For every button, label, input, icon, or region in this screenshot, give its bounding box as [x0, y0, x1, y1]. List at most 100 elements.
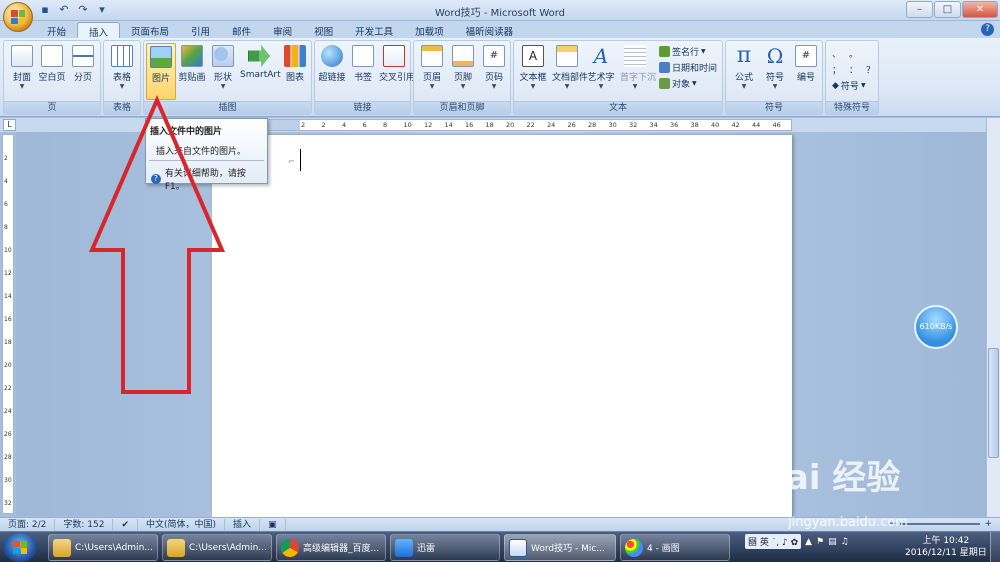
taskbar-item-paint[interactable]: 4 - 画图 — [620, 534, 730, 561]
group-label-header-footer: 页眉和页脚 — [414, 101, 510, 114]
vertical-ruler[interactable]: 2 4 6 8 10 12 14 16 18 20 22 24 26 28 30 32 — [2, 134, 14, 514]
tab-review[interactable]: 审阅 — [262, 22, 303, 38]
chevron-down-icon: ▼ — [860, 82, 866, 89]
volume-icon[interactable]: ♫ — [841, 537, 849, 547]
start-button[interactable] — [3, 533, 37, 562]
drop-cap-icon — [624, 45, 646, 67]
blank-page-button[interactable]: 空白页 — [37, 43, 67, 100]
ruler-tick-label: 16 — [465, 121, 474, 129]
group-label-symbols: 符号 — [726, 101, 822, 114]
zoom-in-icon[interactable]: + — [984, 519, 992, 529]
status-insert-mode[interactable]: 插入 — [225, 518, 261, 531]
table-icon — [111, 45, 133, 67]
chevron-down-icon: ▼ — [564, 83, 570, 90]
tab-home[interactable]: 开始 — [36, 22, 77, 38]
scrollbar-thumb[interactable] — [988, 348, 999, 458]
taskbar-item-xunlei[interactable]: 迅雷 — [390, 534, 500, 561]
horizontal-ruler[interactable]: 2 2 4 6 8 10 12 14 16 18 20 22 24 26 28 30 32 34 36 38 40 42 4… — [212, 119, 792, 131]
wordart-button[interactable]: A 艺术字 ▼ — [586, 43, 616, 100]
status-language[interactable]: 中文(简体，中国) — [138, 518, 226, 531]
office-button[interactable] — [3, 2, 33, 32]
taskbar-item-chrome[interactable]: 高级编辑器_百度... — [276, 534, 386, 561]
group-text: A 文本框 ▼ 文档部件 ▼ A 艺术字 ▼ 首字下沉 ▼ 签名行 ▼ 日期和时… — [513, 40, 723, 115]
shapes-button[interactable]: 形状 ▼ — [208, 43, 238, 100]
chrome-icon — [281, 538, 299, 557]
drop-cap-button[interactable]: 首字下沉 ▼ — [620, 43, 656, 100]
taskbar: C:\Users\Admin... C:\Users\Admin... 高级编辑… — [0, 531, 1000, 562]
special-char-period[interactable]: 。 — [849, 47, 858, 60]
smartart-button[interactable]: SmartArt — [240, 43, 281, 100]
clock[interactable]: 上午 10:42 2016/12/11 星期日 — [905, 535, 987, 559]
ruler-tick-label: 26 — [567, 121, 576, 129]
tab-foxit[interactable]: 福昕阅读器 — [455, 22, 525, 38]
status-word-count[interactable]: 字数: 152 — [55, 518, 114, 531]
hyperlink-button[interactable]: 超链接 — [317, 43, 347, 100]
status-page[interactable]: 页面: 2/2 — [0, 518, 56, 531]
picture-button[interactable]: 图片 — [146, 43, 176, 100]
numbering-button[interactable]: # 编号 — [791, 43, 821, 100]
tab-references[interactable]: 引用 — [180, 22, 221, 38]
ruler-tick-label: 6 — [362, 121, 367, 129]
ruler-tick-label: 30 — [4, 477, 12, 484]
header-button[interactable]: 页眉 ▼ — [417, 43, 447, 100]
document-page[interactable]: ⌐ — [212, 135, 792, 519]
tab-insert[interactable]: 插入 — [77, 22, 121, 39]
tab-view[interactable]: 视图 — [303, 22, 344, 38]
tab-addins[interactable]: 加载项 — [404, 22, 455, 38]
ruler-tick-label: 40 — [711, 121, 720, 129]
tab-developer[interactable]: 开发工具 — [344, 22, 404, 38]
close-button[interactable]: ✕ — [962, 1, 998, 18]
tray-expand-icon[interactable]: ▲ — [805, 537, 812, 547]
table-button[interactable]: 表格 ▼ — [107, 43, 137, 100]
vertical-scrollbar[interactable] — [986, 118, 1000, 518]
ruler-tick-label: 22 — [4, 385, 12, 392]
windows-logo-icon — [13, 541, 27, 554]
help-icon[interactable]: ? — [981, 23, 994, 36]
symbol-button[interactable]: Ω 符号 ▼ — [760, 43, 790, 100]
tab-mailings[interactable]: 邮件 — [221, 22, 262, 38]
date-time-button[interactable]: 日期和时间 — [659, 61, 717, 74]
chevron-down-icon: ▼ — [772, 83, 778, 90]
special-char-colon[interactable]: ： — [849, 63, 858, 76]
cross-reference-button[interactable]: 交叉引用 — [379, 43, 415, 100]
quick-parts-button[interactable]: 文档部件 ▼ — [552, 43, 588, 100]
special-char-semicolon[interactable]: ； — [832, 63, 841, 76]
equation-button[interactable]: π 公式 ▼ — [729, 43, 759, 100]
signature-line-button[interactable]: 签名行 ▼ — [659, 45, 706, 58]
object-button[interactable]: 对象 ▼ — [659, 77, 697, 90]
footer-button[interactable]: 页脚 ▼ — [448, 43, 478, 100]
chart-button[interactable]: 图表 — [280, 43, 310, 100]
special-chars-row-1: 、 。 — [832, 47, 858, 60]
textbox-button[interactable]: A 文本框 ▼ — [518, 43, 548, 100]
flag-icon[interactable]: ⚑ — [816, 537, 824, 547]
bookmark-button[interactable]: 书签 — [348, 43, 378, 100]
clipart-button[interactable]: 剪贴画 — [177, 43, 207, 100]
chevron-down-icon: ▼ — [530, 83, 536, 90]
macro-record-icon[interactable]: ▣ — [260, 518, 286, 531]
taskbar-item-word[interactable]: Word技巧 - Mic... — [504, 534, 616, 561]
network-speed-widget[interactable]: 610KB/s — [914, 305, 958, 349]
ruler-tick-label: 20 — [4, 362, 12, 369]
minimize-button[interactable]: – — [906, 1, 933, 18]
page-break-button[interactable]: 分页 — [68, 43, 98, 100]
taskbar-item-explorer-1[interactable]: C:\Users\Admin... — [48, 534, 158, 561]
tooltip-title: 插入文件中的图片 — [150, 127, 223, 137]
page-number-button[interactable]: # 页码 ▼ — [479, 43, 509, 100]
network-icon[interactable]: ▤ — [828, 537, 837, 547]
ruler-tick-label: 32 — [629, 121, 638, 129]
ruler-tick-label: 24 — [547, 121, 556, 129]
chevron-down-icon: ▼ — [632, 83, 638, 90]
maximize-button[interactable]: □ — [934, 1, 961, 18]
tab-page-layout[interactable]: 页面布局 — [120, 22, 180, 38]
special-symbol-dropdown[interactable]: ◆ 符号 ▼ — [832, 79, 866, 93]
ruler-tick-label: 20 — [506, 121, 515, 129]
taskbar-item-explorer-2[interactable]: C:\Users\Admin... — [162, 534, 272, 561]
chart-icon — [284, 45, 306, 67]
tab-selector-icon[interactable]: L — [3, 119, 16, 131]
special-char-question[interactable]: ？ — [866, 63, 875, 76]
spellcheck-icon[interactable]: ✔ — [113, 518, 139, 531]
cover-page-button[interactable]: 封面 ▼ — [7, 43, 37, 100]
show-desktop-button[interactable] — [990, 532, 1000, 562]
special-char-comma[interactable]: 、 — [832, 47, 841, 60]
ime-indicator[interactable]: 圝 英 ˙, ♪ ✿ — [745, 534, 802, 549]
